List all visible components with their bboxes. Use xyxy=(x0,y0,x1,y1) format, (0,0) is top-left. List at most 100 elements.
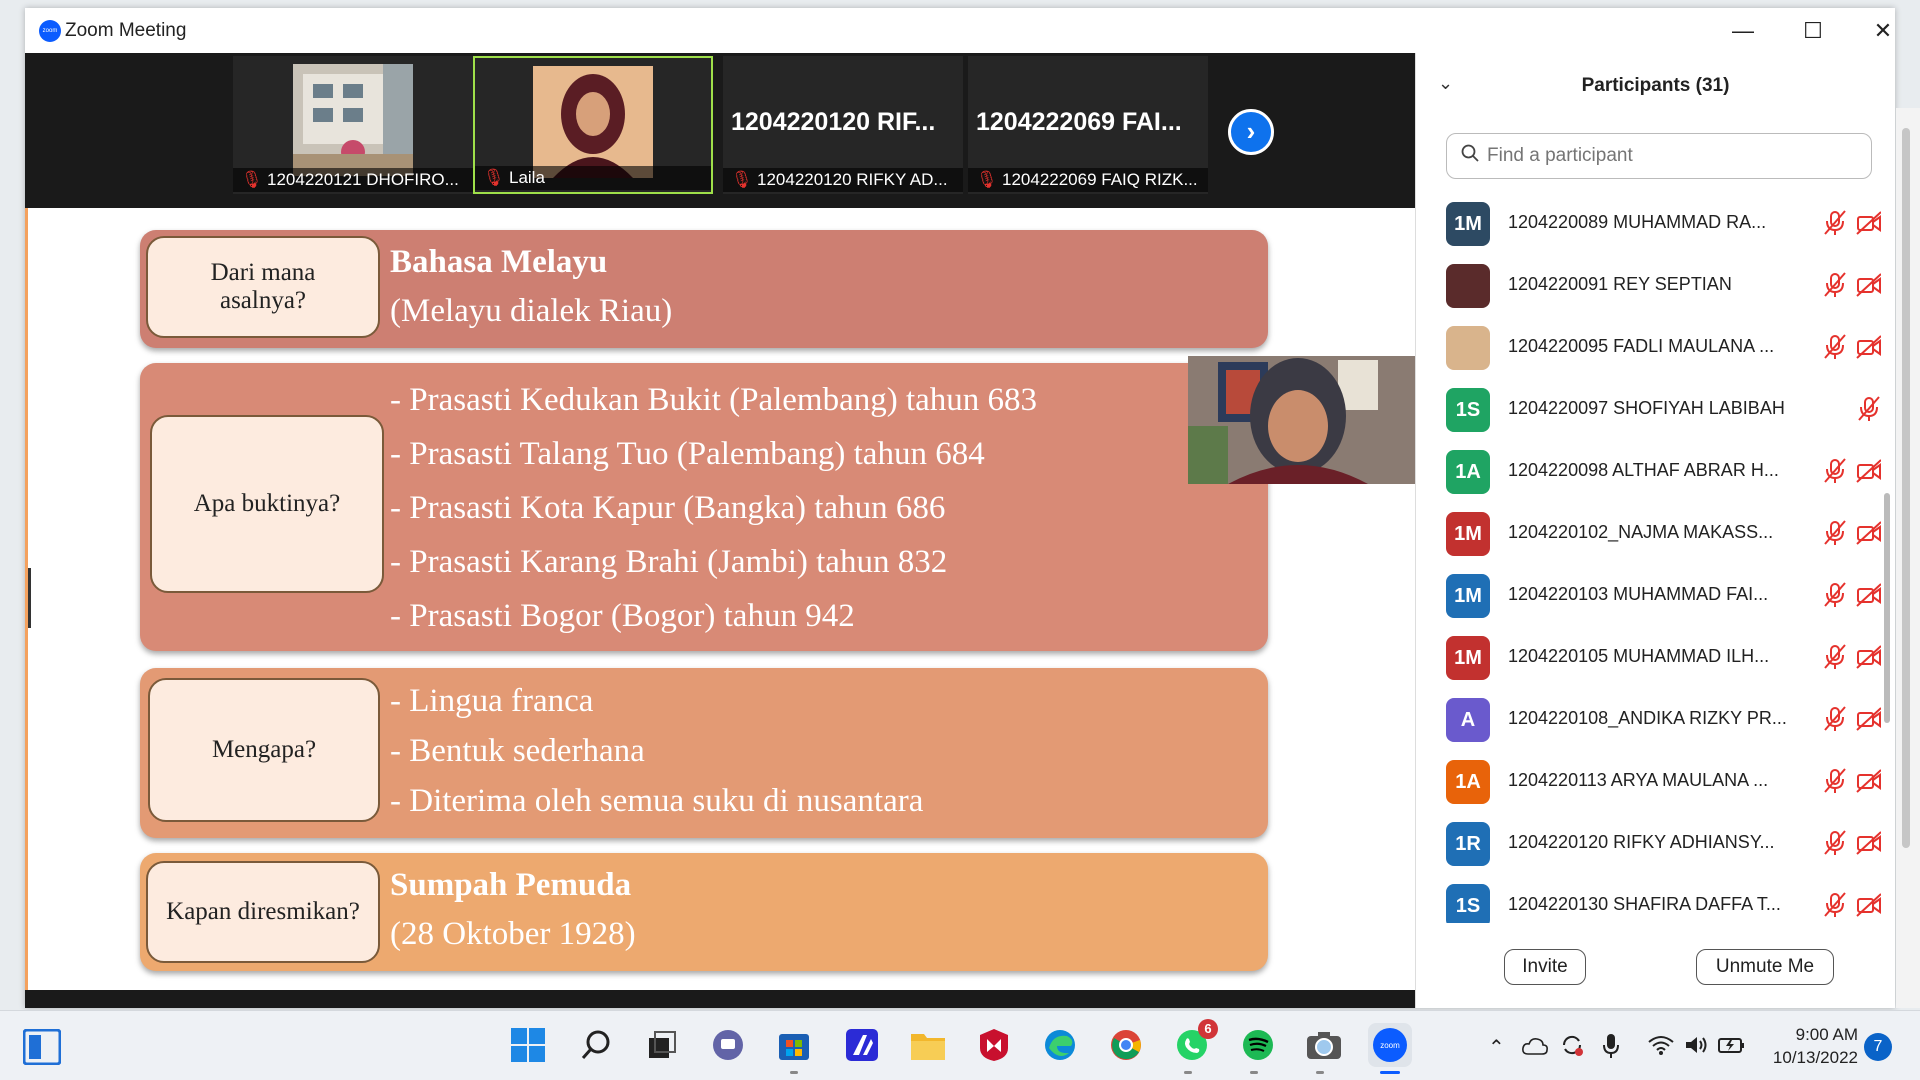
onedrive-icon[interactable] xyxy=(1522,1037,1548,1055)
video-off-icon xyxy=(1856,459,1881,483)
question-box: Kapan diresmikan? xyxy=(146,861,380,963)
participant-name: 1204220108_ANDIKA RIZKY PR... xyxy=(1508,708,1787,728)
video-tile-active[interactable]: 🎙 Laila xyxy=(473,56,713,194)
windows-start-icon[interactable] xyxy=(506,1023,550,1067)
video-tile[interactable]: 🎙 1204220121 DHOFIRO... xyxy=(233,56,473,194)
file-explorer-icon[interactable] xyxy=(906,1023,950,1067)
avatar: 1A xyxy=(1446,450,1490,494)
video-tile[interactable]: 1204220120 RIF... 🎙 1204220120 RIFKY AD..… xyxy=(723,56,963,194)
bottom-bar xyxy=(25,990,1415,1008)
shared-screen: Dari mana asalnya? Bahasa Melayu (Melayu… xyxy=(25,208,1415,990)
chrome-icon[interactable] xyxy=(1104,1023,1148,1067)
participant-video-building xyxy=(293,64,413,176)
list-item: - Lingua franca xyxy=(390,683,594,719)
participant-name-label: 🎙 1204220120 RIFKY AD... xyxy=(723,168,963,192)
participant-row[interactable]: 1R 1204220120 RIFKY ADHIANSY... xyxy=(1416,813,1881,875)
panel-title: Participants (31) xyxy=(1581,75,1730,96)
zoom-icon[interactable]: zoom xyxy=(1368,1023,1412,1067)
participant-row[interactable]: 1S 1204220097 SHOFIYAH LABIBAH xyxy=(1416,379,1881,441)
store-icon[interactable] xyxy=(772,1023,816,1067)
teams-chat-icon[interactable] xyxy=(706,1023,750,1067)
list-item: - Diterima oleh semua suku di nusantara xyxy=(390,783,924,819)
participant-list: 1M 1204220089 MUHAMMAD RA... 1204220091 RE… xyxy=(1416,193,1881,923)
participant-row[interactable]: 1S 1204220130 SHAFIRA DAFFA T... xyxy=(1416,875,1881,923)
answer-block: Sumpah Pemuda (28 Oktober 1928) xyxy=(390,861,636,959)
zoom-label: zoom xyxy=(1380,1041,1400,1050)
app-icon[interactable] xyxy=(840,1023,884,1067)
system-clock[interactable]: 9:00 AM 10/13/2022 xyxy=(1762,1023,1858,1069)
video-off-icon xyxy=(1856,893,1881,917)
close-button[interactable]: ✕ xyxy=(1853,14,1913,48)
tray-overflow-icon[interactable]: ⌃ xyxy=(1488,1035,1505,1060)
question-text: Dari mana xyxy=(210,259,316,286)
invite-button[interactable]: Invite xyxy=(1504,949,1586,985)
answer-line: (28 Oktober 1928) xyxy=(390,916,636,952)
battery-icon[interactable] xyxy=(1718,1035,1746,1055)
page-scrollbar[interactable] xyxy=(1896,108,1920,1008)
list-item: - Prasasti Karang Brahi (Jambi) tahun 83… xyxy=(390,544,948,580)
speaker-video[interactable] xyxy=(1188,356,1415,484)
wifi-icon[interactable] xyxy=(1648,1035,1674,1055)
video-off-icon xyxy=(1856,769,1881,793)
spotify-icon[interactable] xyxy=(1236,1023,1280,1067)
answer-heading: Bahasa Melayu xyxy=(390,244,608,280)
participant-row[interactable]: 1A 1204220113 ARYA MAULANA ... xyxy=(1416,751,1881,813)
scrollbar-thumb[interactable] xyxy=(1884,493,1890,723)
search-input[interactable] xyxy=(1487,142,1857,170)
participant-row[interactable]: 1204220095 FADLI MAULANA ... xyxy=(1416,317,1881,379)
video-off-icon xyxy=(1856,521,1881,545)
zoom-logo-icon: zoom xyxy=(39,20,61,42)
mic-off-icon: 🎙 xyxy=(976,170,998,189)
participant-big-name: 1204222069 FAI... xyxy=(976,108,1182,136)
participant-name-label: 🎙 Laila xyxy=(475,166,711,190)
mic-off-icon xyxy=(1822,519,1848,547)
mic-off-icon xyxy=(1856,395,1881,423)
clock-date: 10/13/2022 xyxy=(1772,1048,1858,1067)
avatar: 1R xyxy=(1446,822,1490,866)
search-icon xyxy=(1461,144,1479,162)
mic-off-icon xyxy=(1822,829,1848,857)
participant-row[interactable]: 1204220091 REY SEPTIAN xyxy=(1416,255,1881,317)
participant-big-name: 1204220120 RIF... xyxy=(731,108,936,136)
camera-icon[interactable] xyxy=(1302,1023,1346,1067)
running-indicator xyxy=(1250,1071,1258,1074)
next-page-button[interactable]: › xyxy=(1228,109,1274,155)
participants-panel: ⌄ Participants (31) 1M 1204220089 MUHAMMA… xyxy=(1415,53,1895,1008)
answer-block: Bahasa Melayu (Melayu dialek Riau) xyxy=(390,238,672,336)
participant-row[interactable]: 1M 1204220089 MUHAMMAD RA... xyxy=(1416,193,1881,255)
participant-row[interactable]: 1M 1204220102_NAJMA MAKASS... xyxy=(1416,503,1881,565)
participant-name-label: 🎙 1204222069 FAIQ RIZK... xyxy=(968,168,1208,192)
unmute-me-button[interactable]: Unmute Me xyxy=(1696,949,1834,985)
reason-list: - Lingua franca - Bentuk sederhana - Dit… xyxy=(390,676,923,826)
widgets-icon[interactable] xyxy=(20,1025,64,1069)
minimize-button[interactable]: — xyxy=(1713,14,1773,48)
clock-time: 9:00 AM xyxy=(1795,1025,1858,1044)
sync-icon[interactable] xyxy=(1560,1033,1584,1057)
maximize-button[interactable]: ☐ xyxy=(1783,14,1843,48)
participant-row[interactable]: 1M 1204220103 MUHAMMAD FAI... xyxy=(1416,565,1881,627)
participant-row[interactable]: A 1204220108_ANDIKA RIZKY PR... xyxy=(1416,689,1881,751)
search-icon[interactable] xyxy=(574,1023,618,1067)
participant-name: 1204220095 FADLI MAULANA ... xyxy=(1508,336,1775,356)
mic-off-icon xyxy=(1822,581,1848,609)
edge-icon[interactable] xyxy=(1038,1023,1082,1067)
zoom-window: zoom Zoom Meeting — ☐ ✕ 🎙 1204220121 DHOF… xyxy=(25,8,1895,1008)
page-scrollbar-thumb[interactable] xyxy=(1902,128,1910,848)
mic-off-icon: 🎙 xyxy=(483,168,505,187)
mcafee-icon[interactable] xyxy=(972,1023,1016,1067)
mic-off-icon xyxy=(1822,643,1848,671)
participant-row[interactable]: 1A 1204220098 ALTHAF ABRAR H... xyxy=(1416,441,1881,503)
volume-icon[interactable] xyxy=(1684,1035,1708,1055)
running-indicator xyxy=(1184,1071,1192,1074)
video-off-icon xyxy=(1856,707,1881,731)
video-tile[interactable]: 1204222069 FAI... 🎙 1204222069 FAIQ RIZK.… xyxy=(968,56,1208,194)
participant-row[interactable]: 1M 1204220105 MUHAMMAD ILH... xyxy=(1416,627,1881,689)
title-bar: zoom Zoom Meeting — ☐ ✕ xyxy=(25,8,1895,53)
mic-off-icon: 🎙 xyxy=(731,170,753,189)
task-view-icon[interactable] xyxy=(640,1023,684,1067)
notification-badge[interactable]: 7 xyxy=(1864,1033,1892,1061)
whatsapp-icon[interactable]: 6 xyxy=(1170,1019,1218,1067)
participant-search[interactable] xyxy=(1446,133,1872,179)
question-box: Dari mana asalnya? xyxy=(146,236,380,338)
microphone-icon[interactable] xyxy=(1602,1033,1620,1059)
